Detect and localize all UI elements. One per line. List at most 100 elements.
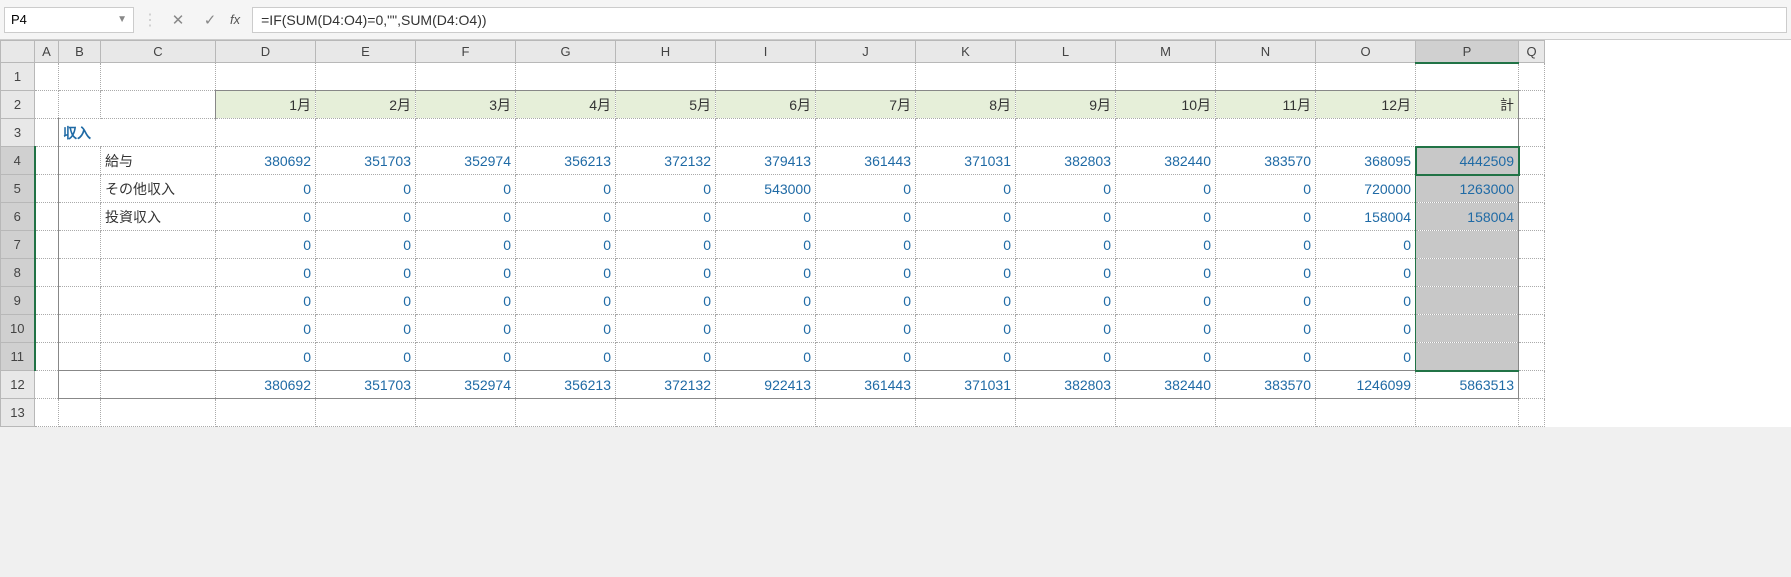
data-cell[interactable]: 0 <box>616 259 716 287</box>
month-header[interactable]: 11月 <box>1216 91 1316 119</box>
cell[interactable] <box>35 203 59 231</box>
cell[interactable] <box>35 371 59 399</box>
cancel-icon[interactable]: ✕ <box>166 11 190 29</box>
sum-cell[interactable]: 351703 <box>316 371 416 399</box>
cell[interactable] <box>35 399 59 427</box>
row-label[interactable]: 投資収入 <box>101 203 216 231</box>
cell[interactable] <box>35 287 59 315</box>
col-header-G[interactable]: G <box>516 41 616 63</box>
data-cell[interactable]: 0 <box>216 259 316 287</box>
cell[interactable] <box>1519 343 1545 371</box>
row-label[interactable]: 給与 <box>101 147 216 175</box>
cell[interactable] <box>916 399 1016 427</box>
data-cell[interactable]: 0 <box>516 175 616 203</box>
cell[interactable] <box>1316 399 1416 427</box>
data-cell[interactable]: 0 <box>316 231 416 259</box>
col-header-M[interactable]: M <box>1116 41 1216 63</box>
cell[interactable] <box>316 399 416 427</box>
data-cell[interactable]: 0 <box>1216 175 1316 203</box>
data-cell[interactable]: 0 <box>416 287 516 315</box>
data-cell[interactable]: 0 <box>916 343 1016 371</box>
data-cell[interactable]: 0 <box>1116 175 1216 203</box>
cell[interactable] <box>35 91 59 119</box>
cell[interactable] <box>35 259 59 287</box>
data-cell[interactable]: 0 <box>1316 287 1416 315</box>
cell[interactable] <box>716 399 816 427</box>
row-header-9[interactable]: 9 <box>1 287 35 315</box>
cell[interactable] <box>59 287 101 315</box>
data-cell[interactable]: 382803 <box>1016 147 1116 175</box>
data-cell[interactable]: 0 <box>616 203 716 231</box>
month-header[interactable]: 7月 <box>816 91 916 119</box>
cell[interactable] <box>35 175 59 203</box>
month-header[interactable]: 4月 <box>516 91 616 119</box>
row-header-8[interactable]: 8 <box>1 259 35 287</box>
cell[interactable] <box>1519 147 1545 175</box>
data-cell[interactable]: 0 <box>816 343 916 371</box>
col-header-E[interactable]: E <box>316 41 416 63</box>
cell[interactable] <box>35 231 59 259</box>
cell[interactable] <box>1519 259 1545 287</box>
cell[interactable] <box>59 315 101 343</box>
data-cell[interactable]: 0 <box>1116 203 1216 231</box>
category-label[interactable]: 収入 <box>59 119 216 147</box>
data-cell[interactable]: 351703 <box>316 147 416 175</box>
data-cell[interactable]: 372132 <box>616 147 716 175</box>
data-cell[interactable]: 0 <box>716 203 816 231</box>
data-cell[interactable]: 0 <box>816 203 916 231</box>
sum-cell[interactable]: 382440 <box>1116 371 1216 399</box>
cell[interactable] <box>35 119 59 147</box>
cell[interactable] <box>1216 119 1316 147</box>
sum-cell[interactable]: 372132 <box>616 371 716 399</box>
data-cell[interactable]: 0 <box>1016 231 1116 259</box>
data-cell[interactable]: 0 <box>916 315 1016 343</box>
data-cell[interactable]: 0 <box>1316 315 1416 343</box>
cell[interactable] <box>516 63 616 91</box>
cell[interactable] <box>1519 203 1545 231</box>
data-cell[interactable]: 0 <box>1216 259 1316 287</box>
row-label[interactable] <box>101 343 216 371</box>
col-header-B[interactable]: B <box>59 41 101 63</box>
row-header-5[interactable]: 5 <box>1 175 35 203</box>
total-cell[interactable] <box>1416 259 1519 287</box>
name-box-input[interactable] <box>11 12 117 27</box>
cell[interactable] <box>416 119 516 147</box>
cell[interactable] <box>35 147 59 175</box>
formula-input[interactable] <box>252 7 1787 33</box>
row-header-7[interactable]: 7 <box>1 231 35 259</box>
data-cell[interactable]: 371031 <box>916 147 1016 175</box>
cell[interactable] <box>1316 119 1416 147</box>
data-cell[interactable]: 0 <box>616 175 716 203</box>
cell[interactable] <box>101 371 216 399</box>
sum-cell[interactable]: 371031 <box>916 371 1016 399</box>
cell[interactable] <box>1519 119 1545 147</box>
grand-total[interactable]: 5863513 <box>1416 371 1519 399</box>
cell[interactable] <box>216 63 316 91</box>
cell[interactable] <box>816 119 916 147</box>
cell[interactable] <box>1416 399 1519 427</box>
month-header[interactable]: 12月 <box>1316 91 1416 119</box>
month-header[interactable]: 6月 <box>716 91 816 119</box>
data-cell[interactable]: 0 <box>816 175 916 203</box>
data-cell[interactable]: 720000 <box>1316 175 1416 203</box>
total-cell[interactable] <box>1416 315 1519 343</box>
chevron-down-icon[interactable]: ▼ <box>117 14 127 25</box>
cell[interactable] <box>1416 119 1519 147</box>
data-cell[interactable]: 0 <box>216 231 316 259</box>
cell[interactable] <box>59 91 101 119</box>
total-cell[interactable]: 158004 <box>1416 203 1519 231</box>
cell[interactable] <box>59 399 101 427</box>
row-header-13[interactable]: 13 <box>1 399 35 427</box>
data-cell[interactable]: 0 <box>316 175 416 203</box>
cell[interactable] <box>1519 315 1545 343</box>
cell[interactable] <box>1519 231 1545 259</box>
data-cell[interactable]: 0 <box>1216 287 1316 315</box>
data-cell[interactable]: 368095 <box>1316 147 1416 175</box>
data-cell[interactable]: 0 <box>716 231 816 259</box>
select-all-corner[interactable] <box>1 41 35 63</box>
sum-cell[interactable]: 352974 <box>416 371 516 399</box>
row-header-1[interactable]: 1 <box>1 63 35 91</box>
cell[interactable] <box>616 399 716 427</box>
cell[interactable] <box>716 119 816 147</box>
data-cell[interactable]: 0 <box>1016 175 1116 203</box>
